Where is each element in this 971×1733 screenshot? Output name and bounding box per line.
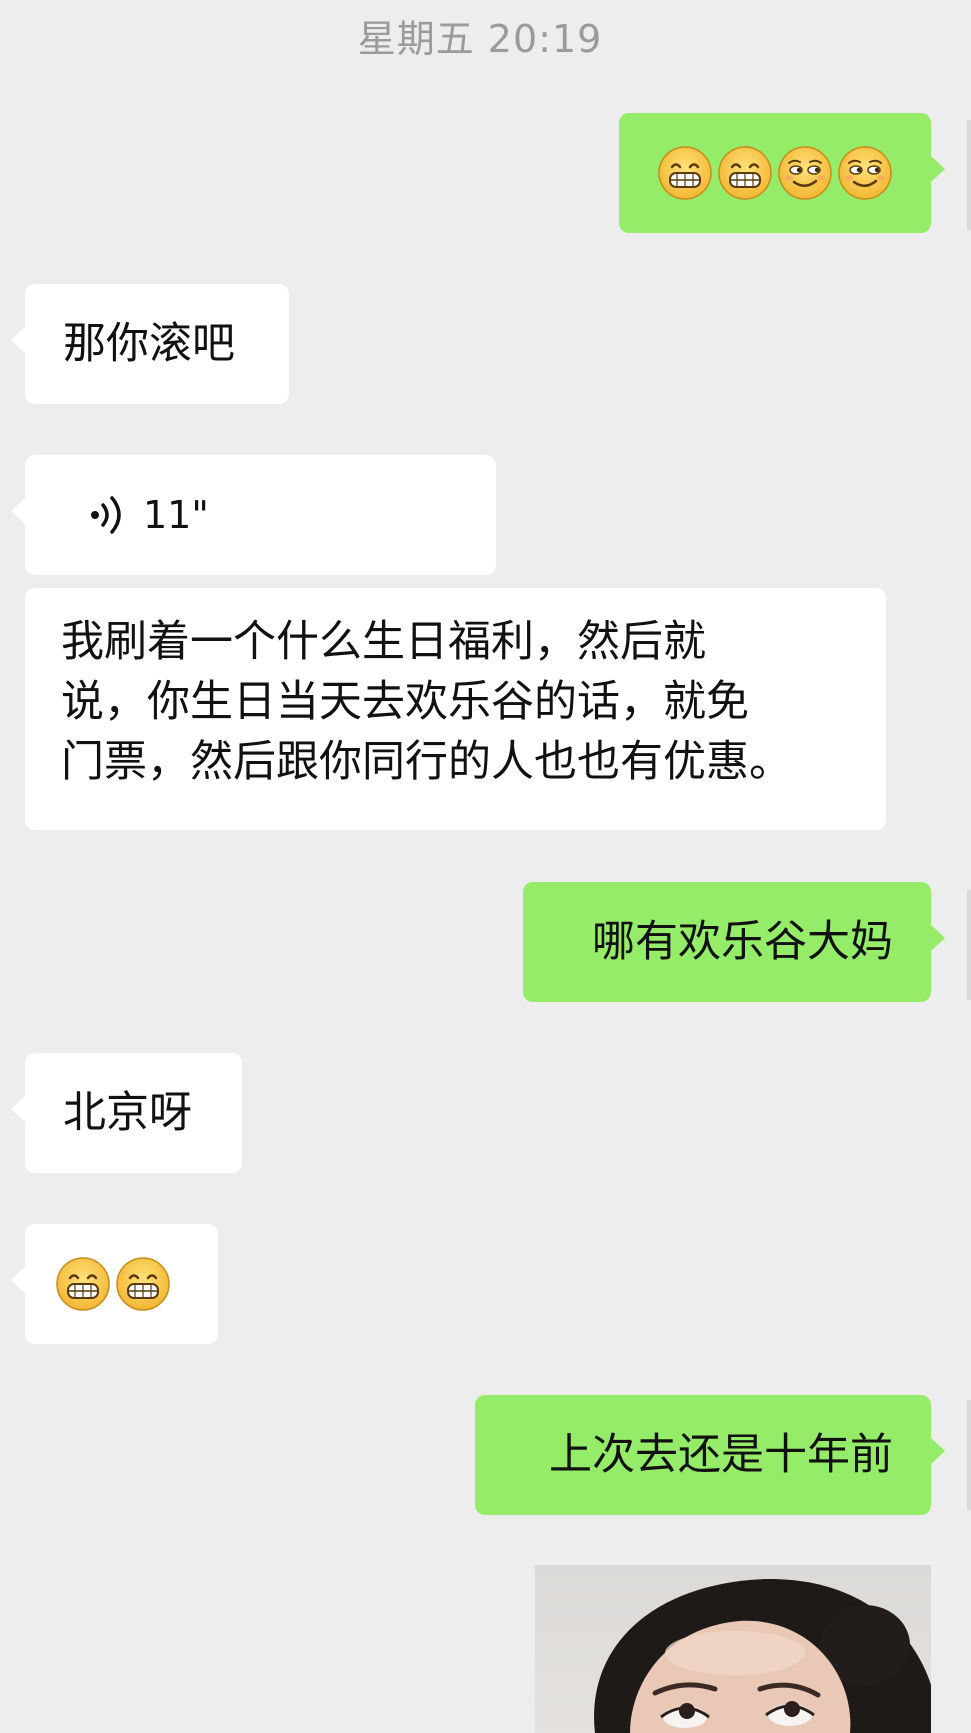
- message-bubble-outgoing[interactable]: [619, 113, 945, 233]
- message-bubble-incoming[interactable]: [11, 1224, 218, 1344]
- message-text: 哪有欢乐谷大妈: [592, 917, 893, 967]
- message-bubble-incoming[interactable]: 北京呀: [11, 1053, 242, 1173]
- message-text-line: 我刷着一个什么生日福利，然后就: [61, 617, 706, 667]
- message-text-line: 门票，然后跟你同行的人也也有优惠。: [61, 737, 792, 787]
- message-bubble-incoming[interactable]: 我刷着一个什么生日福利，然后就 说，你生日当天去欢乐谷的话，就免 门票，然后跟你…: [25, 588, 886, 830]
- smirk-face-icon: [837, 145, 893, 201]
- message-bubble-incoming[interactable]: 那你滚吧: [11, 284, 289, 404]
- message-text: 北京呀: [63, 1088, 192, 1138]
- grin-face-icon: [115, 1256, 171, 1312]
- message-bubble-outgoing[interactable]: 哪有欢乐谷大妈: [523, 882, 945, 1002]
- smirk-face-icon: [777, 145, 833, 201]
- edge-divider: [967, 1400, 971, 1510]
- grin-face-icon: [55, 1256, 111, 1312]
- voice-wave-icon: [91, 496, 121, 534]
- voice-duration: 11": [143, 493, 209, 537]
- grin-face-icon: [657, 145, 713, 201]
- voice-message-bubble[interactable]: 11": [11, 455, 496, 575]
- image-message[interactable]: [535, 1565, 931, 1733]
- chat-timestamp: 星期五 20:19: [357, 17, 603, 61]
- grin-face-icon: [717, 145, 773, 201]
- message-text-line: 说，你生日当天去欢乐谷的话，就免: [61, 677, 749, 727]
- message-text: 上次去还是十年前: [549, 1430, 893, 1480]
- photo-of-woman: [594, 1578, 931, 1733]
- edge-divider: [967, 120, 971, 230]
- edge-divider: [967, 890, 971, 1000]
- message-bubble-outgoing[interactable]: 上次去还是十年前: [475, 1395, 945, 1515]
- message-text: 那你滚吧: [63, 319, 235, 369]
